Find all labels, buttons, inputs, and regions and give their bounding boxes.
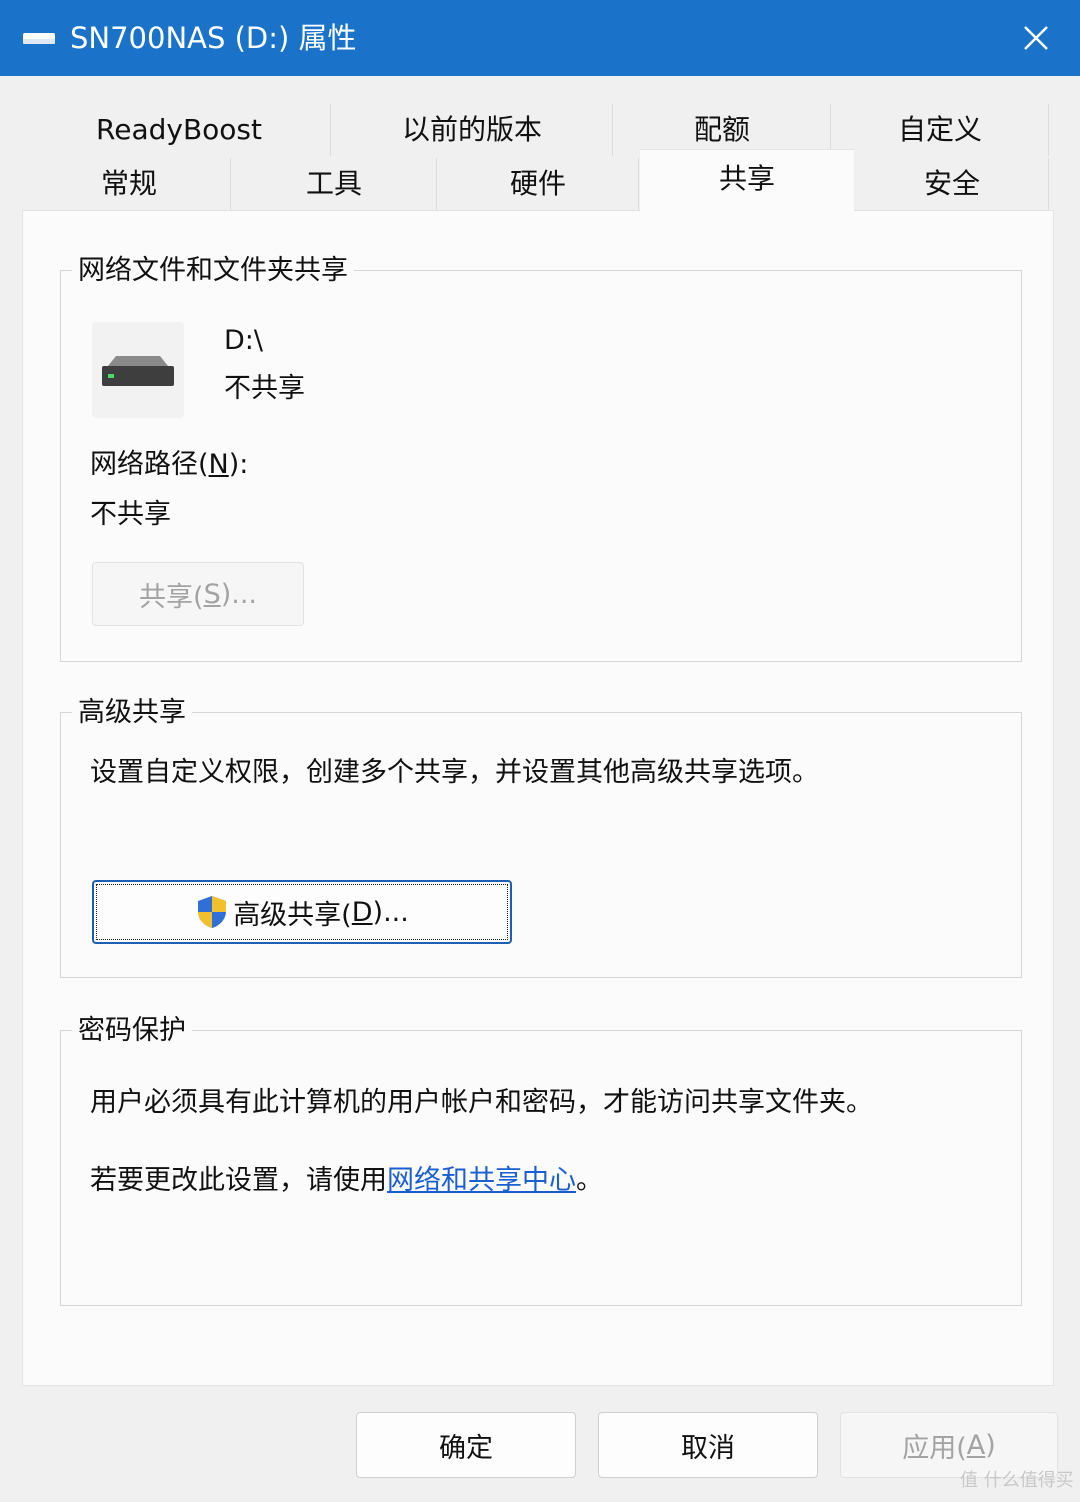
tab-previous-versions[interactable]: 以前的版本	[332, 104, 613, 156]
drive-large-icon	[92, 322, 184, 418]
apply-button-post: )	[985, 1429, 996, 1461]
hard-drive-icon	[102, 356, 174, 386]
uac-shield-icon	[198, 896, 227, 928]
close-button[interactable]	[1010, 12, 1062, 64]
password-protection-line2: 若要更改此设置，请使用网络和共享中心。	[90, 1164, 603, 1198]
network-path-label: 网络路径(N):	[90, 448, 248, 482]
network-sharing-center-link[interactable]: 网络和共享中心	[387, 1165, 576, 1196]
tab-customize[interactable]: 自定义	[832, 104, 1049, 156]
password-protection-line1: 用户必须具有此计算机的用户帐户和密码，才能访问共享文件夹。	[90, 1087, 873, 1118]
share-button[interactable]: 共享(S)...	[92, 562, 304, 626]
drive-share-status: 不共享	[224, 373, 305, 404]
password-protection-line2-pre: 若要更改此设置，请使用	[90, 1165, 387, 1196]
tab-general[interactable]: 常规	[28, 158, 231, 210]
window-title: SN700NAS (D:) 属性	[70, 21, 357, 55]
apply-button-accesskey: A	[966, 1429, 986, 1461]
tab-sharing[interactable]: 共享	[640, 150, 854, 214]
network-path-label-post: ):	[228, 449, 249, 480]
drive-name: D:\	[224, 325, 263, 356]
network-path-label-accesskey: N	[208, 449, 229, 480]
title-bar: SN700NAS (D:) 属性	[0, 0, 1080, 76]
close-icon	[1024, 26, 1048, 50]
network-sharing-label: 网络文件和文件夹共享	[72, 254, 354, 288]
share-button-post: )...	[220, 578, 257, 610]
share-button-pre: 共享(	[139, 581, 204, 613]
advanced-sharing-button-pre: 高级共享(	[233, 899, 352, 931]
password-protection-line2-post: 。	[576, 1165, 603, 1196]
tab-security[interactable]: 安全	[856, 158, 1049, 210]
network-path-label-pre: 网络路径(	[90, 449, 209, 480]
cancel-button[interactable]: 取消	[598, 1412, 818, 1478]
watermark: 值 什么值得买	[960, 1470, 1074, 1491]
advanced-sharing-label: 高级共享	[72, 696, 192, 730]
advanced-sharing-button-post: )...	[372, 896, 409, 928]
advanced-sharing-description: 设置自定义权限，创建多个共享，并设置其他高级共享选项。	[90, 757, 819, 788]
password-protection-label: 密码保护	[72, 1014, 192, 1048]
advanced-sharing-button-accesskey: D	[351, 896, 373, 928]
tab-quota[interactable]: 配额	[614, 104, 831, 156]
drive-icon	[23, 33, 55, 44]
advanced-sharing-button[interactable]: 高级共享(D)...	[92, 880, 512, 944]
network-path-value: 不共享	[90, 499, 171, 530]
apply-button-pre: 应用(	[902, 1432, 967, 1464]
ok-button[interactable]: 确定	[356, 1412, 576, 1478]
share-button-accesskey: S	[203, 578, 221, 610]
tab-readyboost[interactable]: ReadyBoost	[28, 104, 331, 156]
tab-hardware[interactable]: 硬件	[438, 158, 639, 210]
tab-tools[interactable]: 工具	[232, 158, 437, 210]
